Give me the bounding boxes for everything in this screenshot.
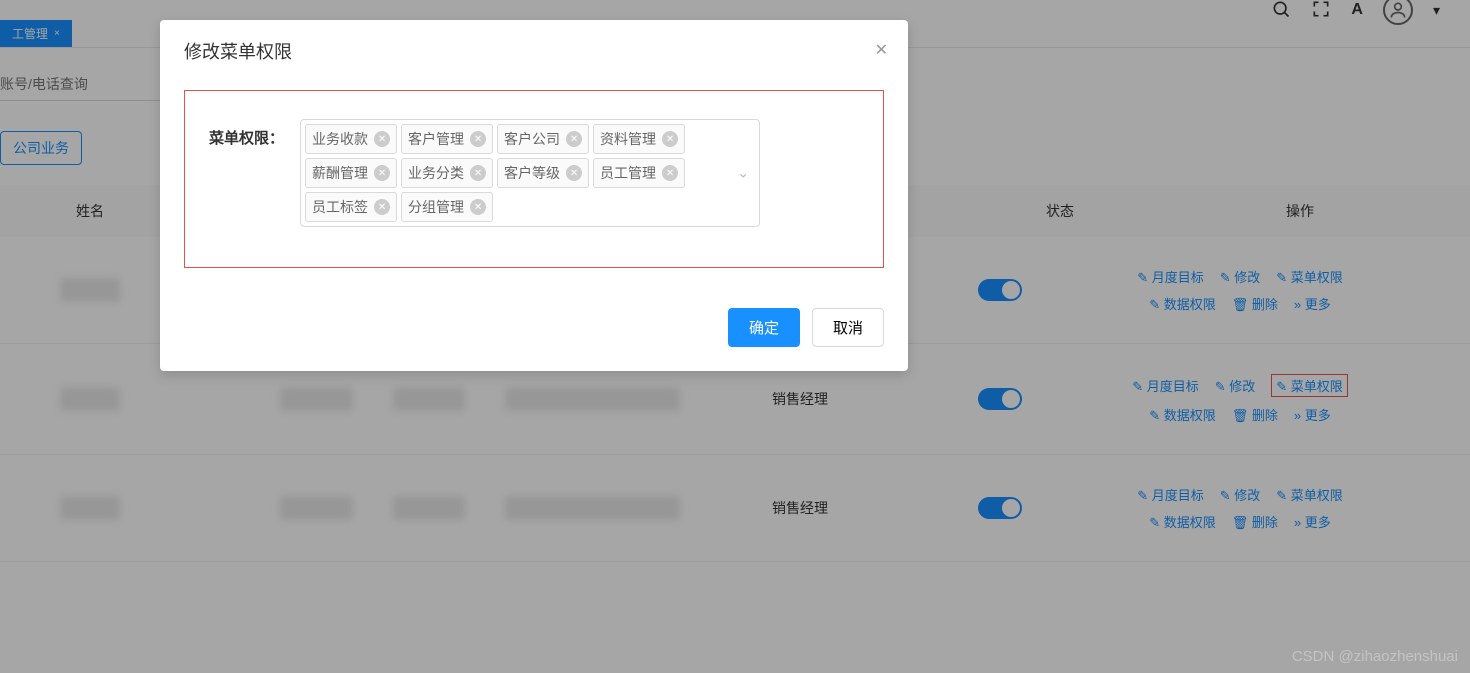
permission-tag: 员工管理 ✕ xyxy=(593,158,685,188)
permission-tag: 客户等级 ✕ xyxy=(497,158,589,188)
permission-tag: 客户管理 ✕ xyxy=(401,124,493,154)
tag-remove-icon[interactable]: ✕ xyxy=(566,165,582,181)
permission-tag: 业务分类 ✕ xyxy=(401,158,493,188)
tag-label: 业务收款 xyxy=(312,129,368,149)
modal-header: 修改菜单权限 ✕ xyxy=(160,20,908,82)
modal-footer: 确定 取消 xyxy=(160,292,908,371)
tag-label: 员工标签 xyxy=(312,197,368,217)
tag-remove-icon[interactable]: ✕ xyxy=(374,165,390,181)
tag-label: 客户公司 xyxy=(504,129,560,149)
tag-remove-icon[interactable]: ✕ xyxy=(566,131,582,147)
tag-remove-icon[interactable]: ✕ xyxy=(662,165,678,181)
permission-tag: 客户公司 ✕ xyxy=(497,124,589,154)
tag-remove-icon[interactable]: ✕ xyxy=(470,199,486,215)
confirm-button[interactable]: 确定 xyxy=(728,308,800,347)
tag-label: 分组管理 xyxy=(408,197,464,217)
tag-remove-icon[interactable]: ✕ xyxy=(662,131,678,147)
watermark: CSDN @zihaozhenshuai xyxy=(1292,648,1458,665)
permission-tag: 资料管理 ✕ xyxy=(593,124,685,154)
modal-body: 菜单权限： 业务收款✕客户管理✕客户公司✕资料管理✕薪酬管理✕业务分类✕客户等级… xyxy=(160,82,908,292)
form-label: 菜单权限： xyxy=(209,119,284,148)
tag-remove-icon[interactable]: ✕ xyxy=(374,131,390,147)
tag-label: 薪酬管理 xyxy=(312,163,368,183)
permission-tag: 薪酬管理 ✕ xyxy=(305,158,397,188)
chevron-down-icon[interactable]: ⌄ xyxy=(737,165,749,182)
highlighted-form-area: 菜单权限： 业务收款✕客户管理✕客户公司✕资料管理✕薪酬管理✕业务分类✕客户等级… xyxy=(184,90,884,268)
tag-label: 员工管理 xyxy=(600,163,656,183)
modal-edit-menu-permissions: 修改菜单权限 ✕ 菜单权限： 业务收款 ✕ 客户管理 ✕ 客户公司 ✕ 资料管理 ✕ 薪酬管理 ✕… xyxy=(160,20,908,371)
modal-title: 修改菜单权限 xyxy=(184,42,292,62)
permissions-multiselect[interactable]: 业务收款 ✕ 客户管理 ✕ 客户公司 ✕ 资料管理 ✕ 薪酬管理 ✕ 业务分类 ✕ 客户等级 ✕ 员工管理 ✕… xyxy=(300,119,760,227)
tag-remove-icon[interactable]: ✕ xyxy=(470,165,486,181)
cancel-button[interactable]: 取消 xyxy=(812,308,884,347)
form-row-permissions: 菜单权限： 业务收款✕客户管理✕客户公司✕资料管理✕薪酬管理✕业务分类✕客户等级… xyxy=(209,119,859,227)
permission-tag: 业务收款 ✕ xyxy=(305,124,397,154)
tag-label: 资料管理 xyxy=(600,129,656,149)
tag-label: 客户管理 xyxy=(408,129,464,149)
tag-remove-icon[interactable]: ✕ xyxy=(374,199,390,215)
tag-remove-icon[interactable]: ✕ xyxy=(470,131,486,147)
tag-label: 业务分类 xyxy=(408,163,464,183)
close-icon[interactable]: ✕ xyxy=(875,40,888,60)
permission-tag: 分组管理 ✕ xyxy=(401,192,493,222)
tag-label: 客户等级 xyxy=(504,163,560,183)
permission-tag: 员工标签 ✕ xyxy=(305,192,397,222)
